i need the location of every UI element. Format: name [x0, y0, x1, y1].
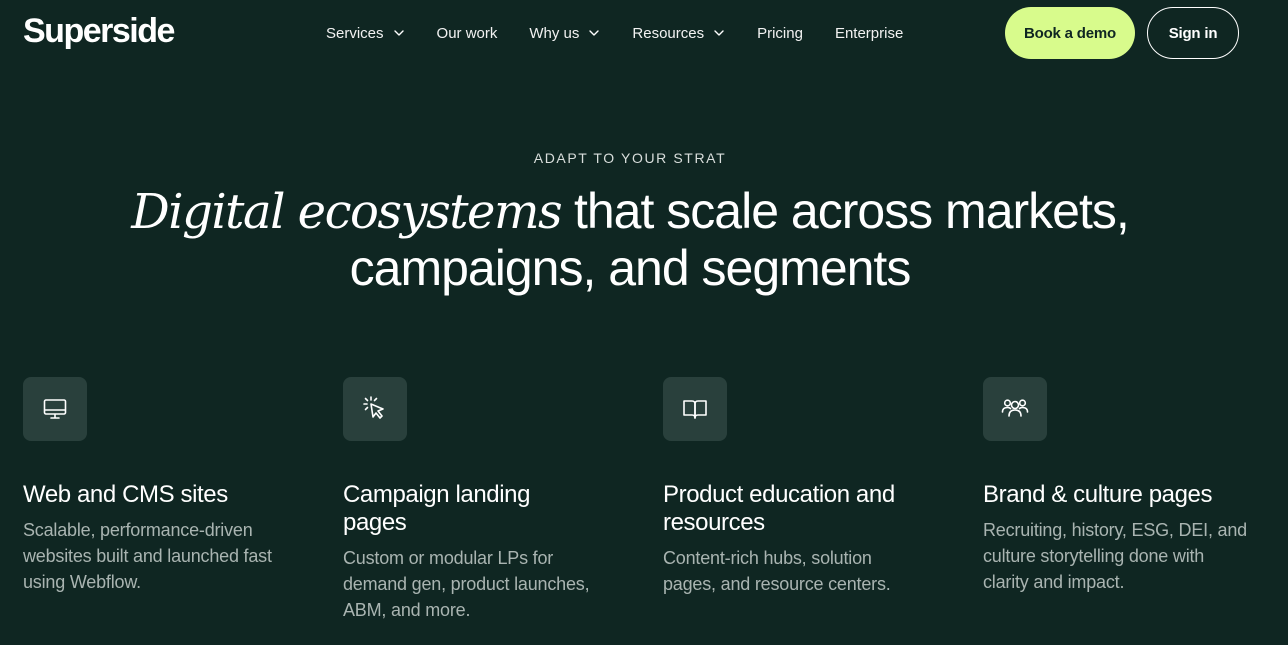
chevron-down-icon [588, 27, 600, 39]
top-navbar: Superside Services Our work Why us Resou… [0, 0, 1288, 66]
headline-line-2: campaigns, and segments [349, 240, 912, 296]
book-demo-button[interactable]: Book a demo [1005, 7, 1135, 59]
open-book-icon [663, 377, 727, 441]
card-description: Custom or modular LPs for demand gen, pr… [343, 548, 590, 620]
card-description: Content-rich hubs, solution pages, and r… [663, 548, 891, 594]
cursor-click-icon [343, 377, 407, 441]
hero-eyebrow: ADAPT TO YOUR STRAT [533, 150, 727, 166]
monitor-icon [23, 377, 87, 441]
card-title: Product education and resources [663, 481, 895, 536]
users-group-icon [983, 377, 1047, 441]
feature-card-product-education: Product education and resources Content-… [663, 377, 943, 597]
card-description: Recruiting, history, ESG, DEI, and cultu… [983, 520, 1247, 592]
nav-item-label: Pricing [757, 24, 803, 42]
card-title: Campaign landing pages [343, 481, 531, 536]
chevron-down-icon [713, 27, 725, 39]
nav-item-our-work[interactable]: Our work [437, 25, 498, 42]
feature-card-brand-culture: Brand & culture pages Recruiting, histor… [983, 377, 1263, 595]
nav-item-enterprise[interactable]: Enterprise [835, 25, 903, 42]
nav-item-why-us[interactable]: Why us [529, 25, 600, 42]
headline-italic: Digital ecosystems [131, 184, 562, 240]
nav-item-resources[interactable]: Resources [632, 25, 725, 42]
nav-item-label: Why us [529, 24, 580, 42]
hero-headline: Digital ecosystems that scale across mar… [0, 183, 1260, 296]
sign-in-button[interactable]: Sign in [1147, 7, 1239, 59]
nav-item-label: Enterprise [834, 24, 904, 42]
superside-logo[interactable]: Superside [23, 11, 175, 51]
feature-card-campaign-landing: Campaign landing pages Custom or modular… [343, 377, 623, 623]
main-nav: Services Our work Why us Resources Prici… [326, 22, 935, 44]
nav-item-label: Our work [436, 24, 498, 42]
nav-item-pricing[interactable]: Pricing [757, 25, 803, 42]
feature-card-web-cms: Web and CMS sites Scalable, performance-… [23, 377, 303, 595]
chevron-down-icon [393, 27, 405, 39]
nav-item-label: Services [326, 24, 384, 42]
card-title: Brand & culture pages [983, 481, 1213, 508]
card-title: Web and CMS sites [23, 481, 228, 508]
headline-line-1: that scale across markets, [561, 183, 1130, 239]
card-description: Scalable, performance-driven websites bu… [23, 520, 272, 592]
nav-item-services[interactable]: Services [326, 25, 405, 42]
nav-item-label: Resources [632, 24, 705, 42]
